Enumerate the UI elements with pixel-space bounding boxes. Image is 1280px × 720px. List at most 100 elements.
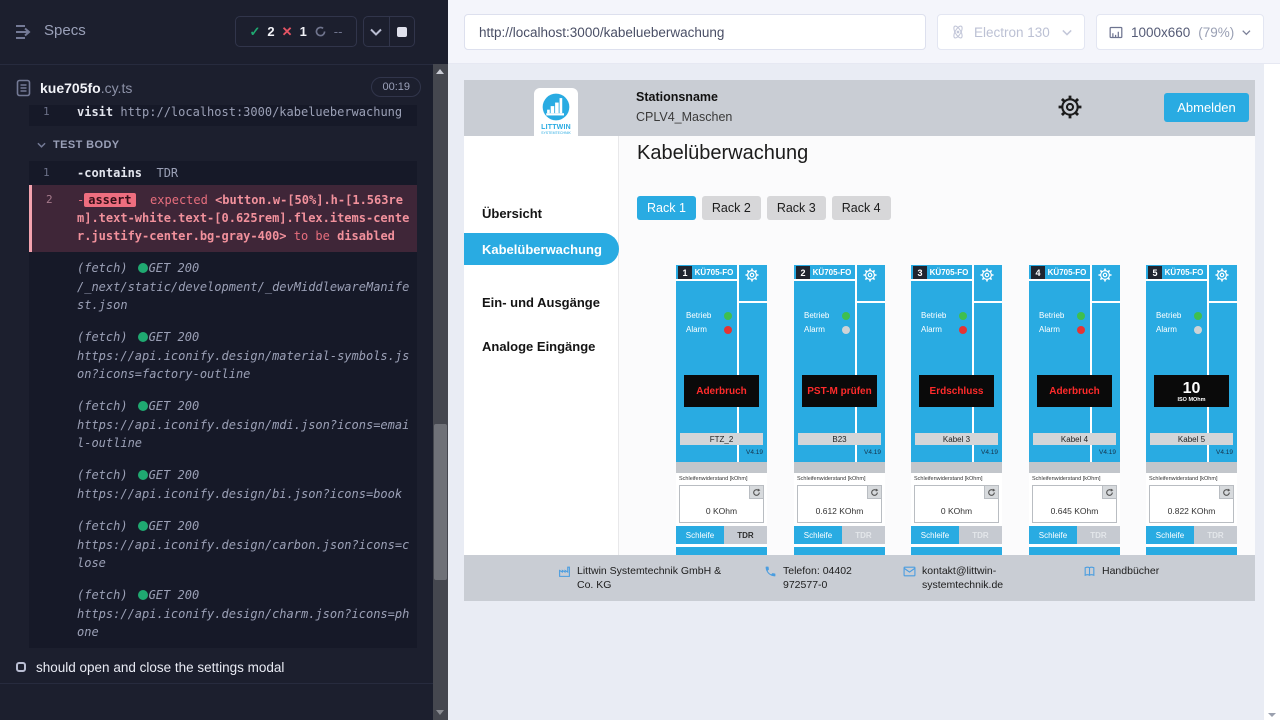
card-body: 2 KÜ705-FO Betrieb Alarm PST-M prüfen B2… <box>794 265 885 462</box>
card-gear-icon[interactable] <box>862 267 878 283</box>
status-ok-dot <box>138 470 148 480</box>
littwin-logo: LITTWIN SYSTEMTECHNIK <box>534 88 578 146</box>
scrollbar-up-arrow[interactable] <box>436 69 444 74</box>
alarm-row: Alarm <box>686 325 732 334</box>
stop-button[interactable] <box>389 17 415 46</box>
status-display: Aderbruch <box>1037 375 1112 407</box>
refresh-button[interactable] <box>749 486 763 499</box>
iso-value: 10 <box>1183 380 1201 397</box>
reporter-header: Specs ✓ 2 ✕ 1 -- <box>0 0 433 64</box>
card-gear-icon[interactable] <box>1097 267 1113 283</box>
card-model: KÜ705-FO <box>927 268 971 277</box>
sidebar-item-0[interactable]: Übersicht <box>464 197 619 229</box>
fetch-url: https://api.iconify.design/bi.json?icons… <box>77 485 411 503</box>
scrollbar-down-arrow[interactable] <box>436 710 444 715</box>
schleife-button[interactable]: Schleife <box>1146 526 1194 544</box>
firmware-version: V4.19 <box>864 449 881 456</box>
command-contains[interactable]: 1-contains TDR <box>29 161 417 185</box>
schleife-button[interactable]: Schleife <box>1029 526 1077 544</box>
command-assert-failed[interactable]: 2-assert expected <button.w-[50%].h-[1.5… <box>29 185 417 252</box>
browser-label: Electron 130 <box>974 25 1050 40</box>
status-ok-dot <box>138 332 148 342</box>
browser-select[interactable]: Electron 130 <box>937 14 1085 50</box>
schleife-button[interactable]: Schleife <box>911 526 959 544</box>
footer-item-book[interactable]: Handbücher <box>1083 564 1159 582</box>
collapse-button[interactable] <box>364 17 389 46</box>
spec-file-name: kue705fo.cy.ts <box>40 80 132 96</box>
firmware-version: V4.19 <box>746 449 763 456</box>
footer-text: Handbücher <box>1102 564 1159 582</box>
url-input[interactable] <box>464 14 926 50</box>
refresh-button[interactable] <box>1219 486 1233 499</box>
next-test-row[interactable]: should open and close the settings modal <box>0 652 433 682</box>
rack-tab-2[interactable]: Rack 3 <box>767 196 826 220</box>
resistance-label: Schleifenwiderstand [kOhm] <box>1032 476 1100 482</box>
rack-tab-1[interactable]: Rack 2 <box>702 196 761 220</box>
spec-file-row[interactable]: kue705fo.cy.ts 00:19 <box>0 72 433 104</box>
status-ok-dot <box>138 521 148 531</box>
card-number: 5 <box>1148 266 1162 279</box>
device-card-4: 4 KÜ705-FO Betrieb Alarm Aderbruch Kabel… <box>1029 265 1120 555</box>
passed-count: 2 <box>267 24 274 39</box>
rack-tab-3[interactable]: Rack 4 <box>832 196 891 220</box>
tdr-button[interactable]: TDR <box>1194 526 1237 544</box>
tdr-button[interactable]: TDR <box>959 526 1002 544</box>
specs-menu-icon[interactable] <box>14 23 36 41</box>
logout-button[interactable]: Abmelden <box>1164 93 1249 122</box>
card-gear-icon[interactable] <box>979 267 995 283</box>
card-gear-icon[interactable] <box>744 267 760 283</box>
fetch-log-row[interactable]: (fetch)GET 200 /_next/static/development… <box>29 252 417 321</box>
card-gear-icon[interactable] <box>1214 267 1230 283</box>
cypress-reporter-panel: Specs ✓ 2 ✕ 1 -- kue705 <box>0 0 433 720</box>
refresh-icon <box>752 488 761 497</box>
alarm-status-text: Aderbruch <box>696 386 747 397</box>
refresh-icon <box>870 488 879 497</box>
rack-tabs: Rack 1 Rack 2 Rack 3 Rack 4 <box>637 196 891 220</box>
test-body-header[interactable]: TEST BODY <box>29 126 417 161</box>
sidebar-item-2[interactable]: Ein- und Ausgänge <box>464 286 619 318</box>
chevron-down-icon <box>370 28 382 36</box>
tdr-button[interactable]: TDR <box>842 526 885 544</box>
station-label: Stationsname <box>636 90 718 104</box>
alarm-status-text: Erdschluss <box>930 386 984 397</box>
rack-tab-0[interactable]: Rack 1 <box>637 196 696 220</box>
tdr-button[interactable]: TDR <box>724 526 767 544</box>
fetch-log-row[interactable]: (fetch)GET 200 https://api.iconify.desig… <box>29 321 417 390</box>
fetch-log-row[interactable]: (fetch)GET 200 https://api.iconify.desig… <box>29 510 417 579</box>
refresh-button[interactable] <box>984 486 998 499</box>
device-card-1: 1 KÜ705-FO Betrieb Alarm Aderbruch FTZ_2… <box>676 265 767 555</box>
schleife-button[interactable]: Schleife <box>676 526 724 544</box>
station-value: CPLV4_Maschen <box>636 110 732 124</box>
footer-item-factory[interactable]: Littwin Systemtechnik GmbH & Co. KG <box>558 564 733 592</box>
sidebar-item-3[interactable]: Analoge Eingänge <box>464 330 619 362</box>
alarm-status-text: PST-M prüfen <box>807 386 871 397</box>
viewport-select[interactable]: 1000x660 (79%) <box>1096 14 1264 50</box>
scrollbar-track[interactable] <box>433 64 448 720</box>
footer-item-phone[interactable]: Telefon: 04402 972577-0 <box>764 564 869 592</box>
refresh-button[interactable] <box>1102 486 1116 499</box>
firmware-version: V4.19 <box>1099 449 1116 456</box>
tdr-button[interactable]: TDR <box>1077 526 1120 544</box>
fetch-log-row[interactable]: (fetch)GET 200 https://api.iconify.desig… <box>29 390 417 459</box>
refresh-button[interactable] <box>867 486 881 499</box>
schleife-button[interactable]: Schleife <box>794 526 842 544</box>
visit-row-clip: 1 visit http://localhost:3000/kabelueber… <box>29 105 417 126</box>
card-number: 2 <box>796 266 810 279</box>
sidebar-item-1[interactable]: Kabelüberwachung <box>464 233 619 265</box>
betrieb-row: Betrieb <box>1039 311 1085 320</box>
page-scrollbar[interactable] <box>1264 64 1280 720</box>
footer-item-email[interactable]: kontakt@littwin-systemtechnik.de <box>903 564 1033 592</box>
firmware-version: V4.19 <box>1216 449 1233 456</box>
scrollbar-thumb[interactable] <box>434 424 447 580</box>
command-visit[interactable]: 1 visit http://localhost:3000/kabelueber… <box>29 105 417 124</box>
betrieb-row: Betrieb <box>1156 311 1202 320</box>
failed-count: 1 <box>300 24 307 39</box>
resistance-display: 0 KOhm <box>679 485 764 523</box>
settings-gear-icon[interactable] <box>1056 93 1084 121</box>
refresh-icon <box>987 488 996 497</box>
littwin-logo-icon <box>540 91 572 123</box>
resistance-value: 0.822 KOhm <box>1150 506 1233 516</box>
fetch-log-row[interactable]: (fetch)GET 200 https://api.iconify.desig… <box>29 459 417 510</box>
scrollbar-down-arrow[interactable] <box>1268 713 1276 717</box>
fetch-log-row[interactable]: (fetch)GET 200 https://api.iconify.desig… <box>29 579 417 648</box>
